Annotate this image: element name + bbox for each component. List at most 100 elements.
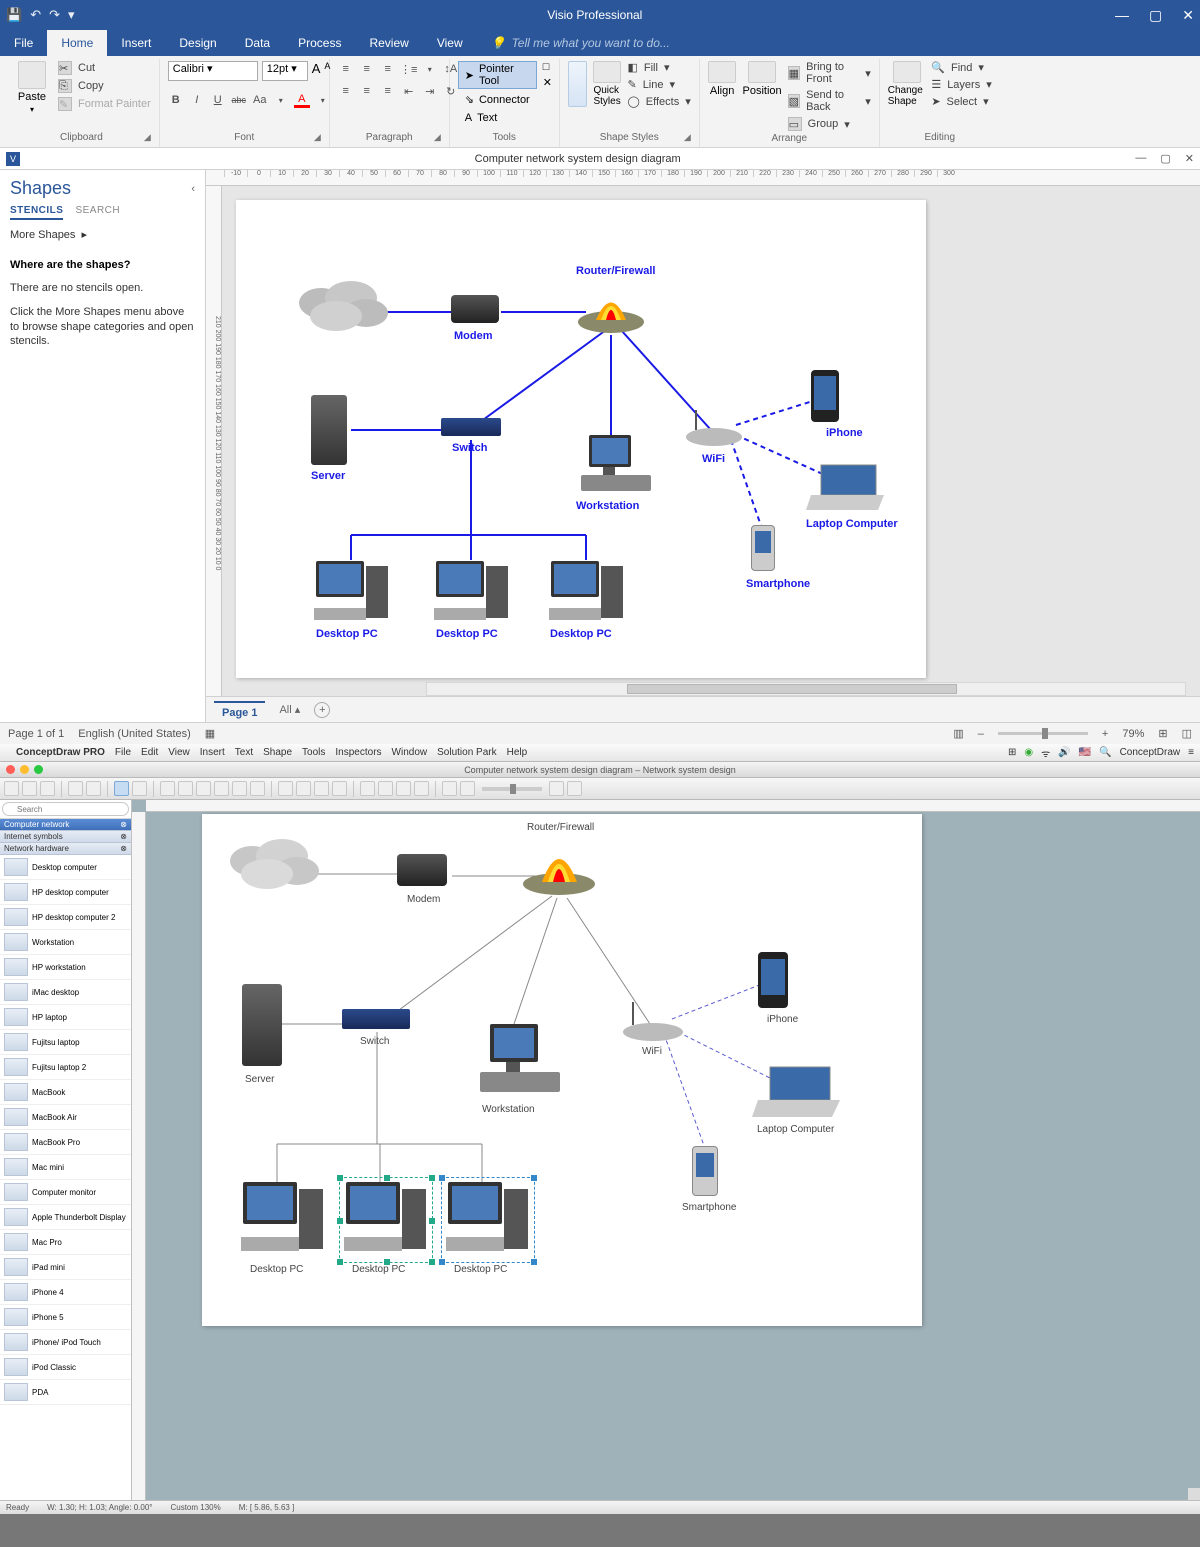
stencil-item[interactable]: Mac mini (0, 1155, 131, 1180)
menubar-flag-icon[interactable]: 🇺🇸 (1079, 747, 1091, 758)
dialog-launcher-icon[interactable]: ◢ (684, 132, 691, 143)
effects-button[interactable]: ◯Effects ▾ (627, 95, 690, 108)
tab-data[interactable]: Data (231, 30, 284, 56)
cd-search-input[interactable] (2, 802, 129, 816)
status-lang[interactable]: English (United States) (78, 728, 191, 740)
indent-dec-button[interactable]: ⇤ (401, 83, 417, 99)
stencil-item[interactable]: Fujitsu laptop (0, 1030, 131, 1055)
menu-tools[interactable]: Tools (302, 747, 325, 758)
cd-laptop-shape[interactable] (752, 1062, 842, 1125)
tb-actual[interactable] (567, 781, 582, 796)
line-button[interactable]: ✎Line ▾ (627, 78, 690, 91)
doc-close-button[interactable]: ✕ (1185, 152, 1194, 165)
menu-view[interactable]: View (168, 747, 190, 758)
tab-home[interactable]: Home (47, 30, 107, 56)
tb-zoomin[interactable] (460, 781, 475, 796)
node-switch-shape[interactable] (441, 418, 501, 436)
send-back-button[interactable]: ▧Send to Back ▾ (788, 89, 871, 113)
copy-button[interactable]: ⎘Copy (58, 79, 151, 93)
menu-text[interactable]: Text (235, 747, 253, 758)
tb-hand[interactable] (132, 781, 147, 796)
stencils-tab[interactable]: STENCILS (10, 205, 63, 220)
horizontal-scrollbar[interactable] (426, 682, 1186, 696)
tell-me-search[interactable]: 💡 Tell me what you want to do... (477, 30, 670, 56)
cd-status-zoom[interactable]: Custom 130% (170, 1503, 220, 1512)
node-laptop-shape[interactable] (806, 460, 886, 518)
stencil-item[interactable]: iPhone 4 (0, 1280, 131, 1305)
cd-iphone-shape[interactable] (758, 952, 788, 1008)
qat-more-icon[interactable]: ▾ (68, 7, 75, 23)
node-modem-shape[interactable] (451, 295, 499, 323)
node-wifi-shape[interactable] (684, 410, 744, 451)
stencil-item[interactable]: HP desktop computer (0, 880, 131, 905)
tab-design[interactable]: Design (165, 30, 230, 56)
pointer-tool-button[interactable]: ➤Pointer Tool (458, 61, 537, 89)
position-button[interactable]: Position (743, 61, 782, 97)
selection-marquee-2[interactable] (441, 1177, 535, 1263)
stencil-item[interactable]: MacBook Air (0, 1105, 131, 1130)
tb-zoomout[interactable] (442, 781, 457, 796)
tb-copy[interactable] (396, 781, 411, 796)
rectangle-tool-button[interactable]: □ (543, 61, 552, 73)
stencil-item[interactable]: Mac Pro (0, 1230, 131, 1255)
dialog-launcher-icon[interactable]: ◢ (314, 132, 321, 143)
add-page-button[interactable]: + (314, 702, 330, 718)
menu-shape[interactable]: Shape (263, 747, 292, 758)
menubar-app-icon[interactable]: ⊞ (1008, 747, 1016, 758)
tb-smart[interactable] (178, 781, 193, 796)
select-button[interactable]: ➤Select ▾ (931, 95, 991, 108)
find-button[interactable]: 🔍Find ▾ (931, 61, 991, 74)
cd-internet-shape[interactable] (222, 836, 322, 894)
node-iphone-shape[interactable] (811, 370, 839, 422)
menubar-wifi-icon[interactable]: ᯤ (1041, 746, 1050, 760)
align-top-button[interactable]: ≡ (338, 61, 354, 77)
align-mid-button[interactable]: ≡ (359, 61, 375, 77)
macro-icon[interactable]: ▦ (205, 727, 215, 740)
fit-page-button[interactable]: ⊞ (1158, 727, 1167, 740)
tb-fill[interactable] (314, 781, 329, 796)
fill-button[interactable]: ◧Fill ▾ (627, 61, 690, 74)
node-desktop3-shape[interactable] (546, 558, 631, 629)
bring-front-button[interactable]: ▦Bring to Front ▾ (788, 61, 871, 85)
layers-button[interactable]: ☰Layers ▾ (931, 78, 991, 91)
stencil-item[interactable]: Fujitsu laptop 2 (0, 1055, 131, 1080)
case-button[interactable]: Aa (252, 92, 268, 108)
node-smartphone-shape[interactable] (751, 525, 775, 571)
align-right-button[interactable]: ≡ (380, 83, 396, 99)
node-server-shape[interactable] (311, 395, 347, 465)
tb-spline[interactable] (214, 781, 229, 796)
tb-text[interactable] (278, 781, 293, 796)
quick-styles-button[interactable]: Quick Styles (593, 61, 621, 107)
cd-drawing-page[interactable]: Internet Modem Router/Firewall Server Sw… (202, 814, 922, 1326)
zoom-value[interactable]: 79% (1122, 728, 1144, 740)
cd-smartphone-shape[interactable] (692, 1146, 718, 1196)
stencil-item[interactable]: HP laptop (0, 1005, 131, 1030)
page-tab-1[interactable]: Page 1 (214, 701, 265, 719)
cd-desktop1-shape[interactable] (237, 1179, 329, 1264)
cd-router-shape[interactable] (522, 834, 597, 899)
presentation-mode-button[interactable]: ▥ (953, 727, 963, 740)
stencil-item[interactable]: iMac desktop (0, 980, 131, 1005)
tb-edit[interactable] (296, 781, 311, 796)
stencil-item[interactable]: HP desktop computer 2 (0, 905, 131, 930)
tb-pointer[interactable] (114, 781, 129, 796)
cd-workstation-shape[interactable] (480, 1019, 560, 1100)
all-pages-button[interactable]: All ▴ (279, 703, 300, 716)
tb-ellipse[interactable] (250, 781, 265, 796)
doc-max-button[interactable]: ▢ (1160, 152, 1170, 165)
align-left-button[interactable]: ≡ (338, 83, 354, 99)
node-desktop1-shape[interactable] (311, 558, 396, 629)
maximize-button[interactable]: ▢ (1149, 7, 1162, 24)
tab-file[interactable]: File (0, 30, 47, 56)
cd-server-shape[interactable] (242, 984, 282, 1066)
menu-insert[interactable]: Insert (200, 747, 225, 758)
stencil-item[interactable]: iPhone/ iPod Touch (0, 1330, 131, 1355)
tab-review[interactable]: Review (355, 30, 422, 56)
menu-solution[interactable]: Solution Park (437, 747, 496, 758)
dialog-launcher-icon[interactable]: ◢ (144, 132, 151, 143)
tb-open[interactable] (22, 781, 37, 796)
tb-fit[interactable] (549, 781, 564, 796)
strike-button[interactable]: abc (231, 92, 247, 108)
stencil-item[interactable]: Desktop computer (0, 855, 131, 880)
tb-stroke[interactable] (332, 781, 347, 796)
